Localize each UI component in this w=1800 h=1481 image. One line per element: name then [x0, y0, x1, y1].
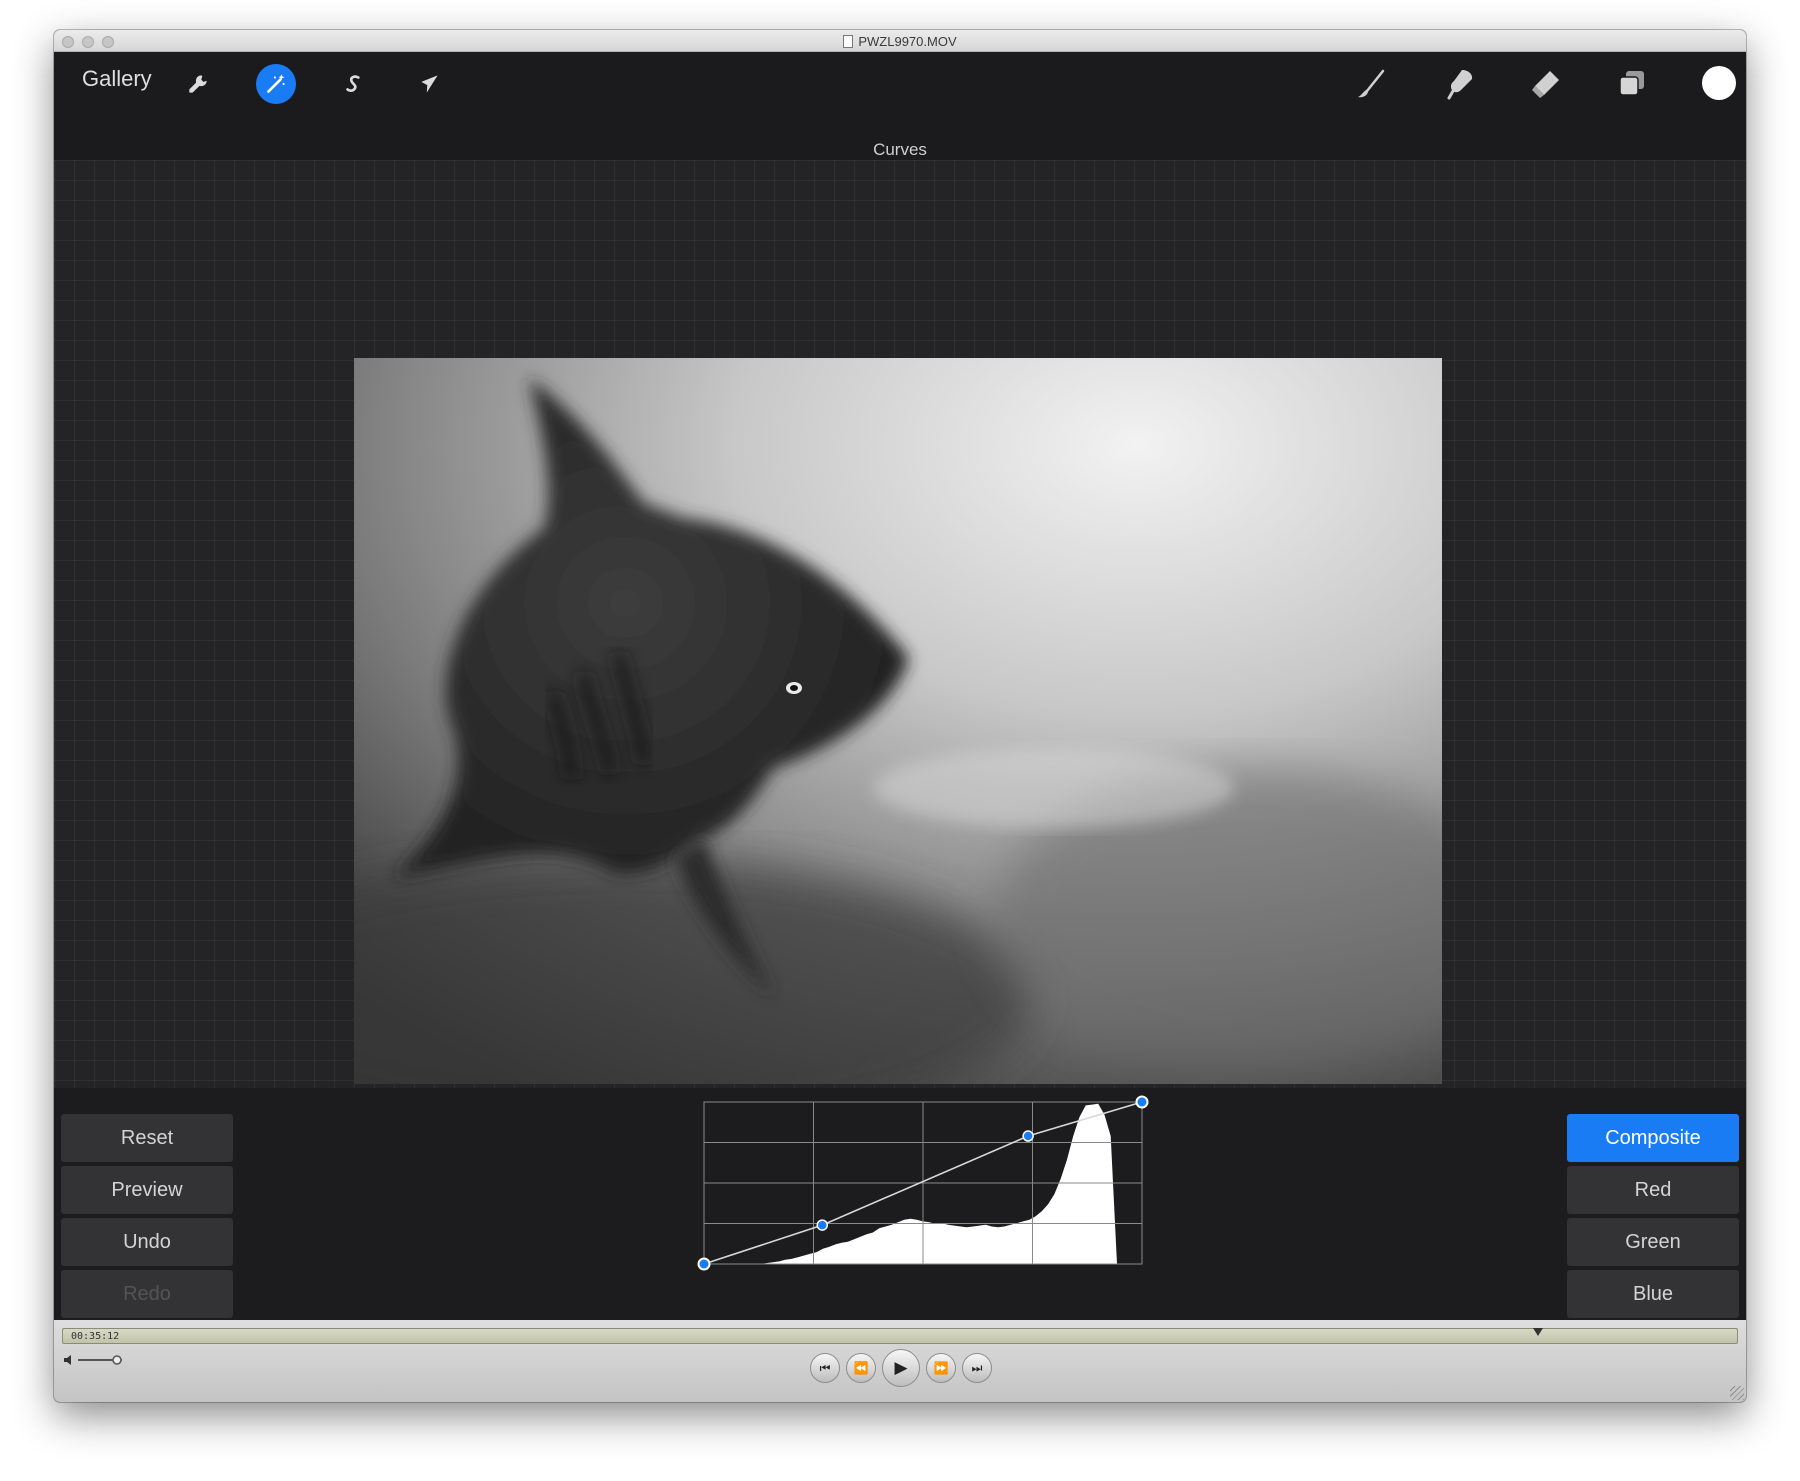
skip-back-button[interactable]: ⏮: [810, 1353, 840, 1383]
brush-button[interactable]: [1350, 62, 1394, 106]
curves-panel: Reset Preview Undo Redo Composite Red Gr…: [54, 1088, 1746, 1320]
red-channel-button[interactable]: Red: [1567, 1166, 1739, 1214]
magic-wand-icon: [267, 74, 285, 93]
color-swatch[interactable]: [1702, 66, 1736, 100]
redo-button[interactable]: Redo: [61, 1270, 233, 1318]
actions-button[interactable]: [178, 64, 218, 104]
timeline-scrubber[interactable]: 00:35:12: [62, 1328, 1738, 1344]
brush-icon: [1358, 69, 1385, 98]
blue-channel-button[interactable]: Blue: [1567, 1270, 1739, 1318]
selection-button[interactable]: [334, 64, 374, 104]
reset-button[interactable]: Reset: [61, 1114, 233, 1162]
smudge-icon: [1447, 70, 1473, 100]
document-icon: [843, 35, 854, 48]
app-window: PWZL9970.MOV Gallery Curves Reset Previe…: [54, 30, 1746, 1402]
fast-forward-button[interactable]: ⏩: [926, 1353, 956, 1383]
eraser-icon: [1532, 71, 1559, 98]
playhead-marker[interactable]: [1533, 1328, 1543, 1336]
volume-slider[interactable]: [62, 1352, 128, 1368]
wrench-icon: [189, 75, 207, 93]
play-button[interactable]: ▶: [882, 1349, 920, 1387]
title-bar: PWZL9970.MOV: [54, 30, 1746, 52]
undo-button[interactable]: Undo: [61, 1218, 233, 1266]
transform-button[interactable]: [410, 64, 450, 104]
rewind-button[interactable]: ⏪: [846, 1353, 876, 1383]
shark-painting-image: [354, 358, 1442, 1084]
quicktime-controls: 00:35:12 ⏮ ⏪ ▶ ⏩ ⏭: [54, 1320, 1746, 1402]
skip-forward-button[interactable]: ⏭: [962, 1353, 992, 1383]
transport-controls: ⏮ ⏪ ▶ ⏩ ⏭: [810, 1348, 992, 1388]
speaker-icon: [64, 1355, 71, 1365]
selection-s-icon: [346, 75, 360, 92]
window-title-text: PWZL9970.MOV: [858, 34, 957, 49]
curve-control-point: [697, 1257, 711, 1271]
timecode: 00:35:12: [71, 1331, 120, 1342]
resize-grip[interactable]: [1730, 1386, 1744, 1400]
arrow-cursor-icon: [421, 75, 438, 93]
preview-button[interactable]: Preview: [61, 1166, 233, 1214]
canvas-area: [54, 160, 1746, 1118]
procreate-toolbar: Gallery Curves: [54, 52, 1746, 160]
curve-control-point: [1022, 1130, 1034, 1142]
gallery-button[interactable]: Gallery: [82, 66, 152, 92]
curve-control-point: [1135, 1095, 1149, 1109]
layers-icon: [1619, 71, 1644, 96]
window-title: PWZL9970.MOV: [54, 34, 1746, 49]
adjustment-title: Curves: [873, 140, 927, 159]
eraser-button[interactable]: [1524, 62, 1568, 106]
artwork-canvas[interactable]: [354, 358, 1442, 1084]
curves-graph[interactable]: [648, 1094, 1158, 1290]
volume-knob: [112, 1355, 122, 1365]
smudge-button[interactable]: [1438, 62, 1482, 106]
layers-button[interactable]: [1610, 62, 1654, 106]
composite-channel-button[interactable]: Composite: [1567, 1114, 1739, 1162]
adjustments-button[interactable]: [256, 64, 296, 104]
curve-control-point: [816, 1219, 829, 1231]
green-channel-button[interactable]: Green: [1567, 1218, 1739, 1266]
